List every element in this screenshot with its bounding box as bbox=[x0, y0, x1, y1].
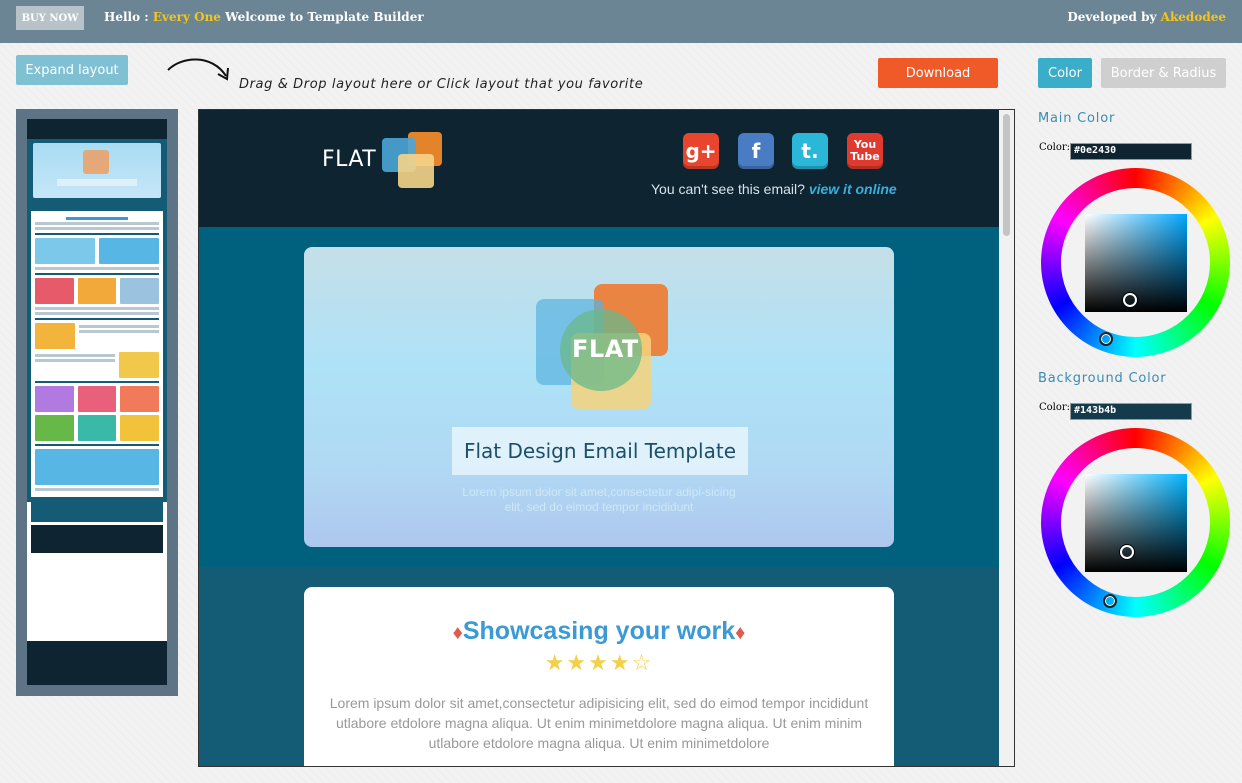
showcase-section: ♦Showcasing your work♦ ★★★★☆ Lorem ipsum… bbox=[199, 567, 999, 766]
view-online-link[interactable]: view it online bbox=[809, 181, 897, 197]
hello-suffix: Welcome to Template Builder bbox=[220, 10, 424, 24]
drop-hint-text: Drag & Drop layout here or Click layout … bbox=[239, 77, 644, 92]
showcase-title: ♦Showcasing your work♦ bbox=[304, 617, 894, 646]
diamond-left-icon: ♦ bbox=[452, 622, 463, 644]
thumb-footer bbox=[27, 641, 167, 685]
email-preview-canvas[interactable]: FLAT g+ f t. You Tube You can't see this… bbox=[198, 109, 1015, 767]
header-logo-text: FLAT bbox=[322, 147, 377, 172]
email-header: FLAT g+ f t. You Tube You can't see this… bbox=[199, 110, 999, 227]
main-color-title: Main Color bbox=[1038, 111, 1116, 126]
showcase-text: Lorem ipsum dolor sit amet,consectetur a… bbox=[329, 695, 869, 751]
thumb-header bbox=[27, 119, 167, 139]
buy-now-button[interactable]: BUY NOW bbox=[16, 6, 84, 30]
thumb-body bbox=[27, 209, 167, 502]
dev-prefix: Developed by bbox=[1067, 10, 1161, 24]
hello-prefix: Hello : bbox=[104, 10, 153, 24]
scrollbar-thumb[interactable] bbox=[1003, 114, 1010, 236]
diamond-right-icon: ♦ bbox=[735, 622, 746, 644]
preview-scrollbar[interactable] bbox=[999, 110, 1014, 766]
facebook-icon[interactable]: f bbox=[738, 133, 774, 169]
view-online-line: You can't see this email? view it online bbox=[651, 181, 897, 197]
background-color-label: Color: bbox=[1039, 402, 1071, 413]
showcase-card: ♦Showcasing your work♦ ★★★★☆ Lorem ipsum… bbox=[304, 587, 894, 766]
main-hue-handle[interactable] bbox=[1099, 332, 1113, 346]
hero-card: FLAT Flat Design Email Template Lorem ip… bbox=[304, 247, 894, 547]
download-button[interactable]: Download bbox=[878, 58, 998, 88]
curved-arrow-icon bbox=[167, 58, 229, 81]
thumb-hero bbox=[27, 139, 167, 209]
main-color-label: Color: bbox=[1039, 142, 1071, 153]
background-color-wheel[interactable] bbox=[1041, 428, 1230, 617]
email-hero-section: FLAT Flat Design Email Template Lorem ip… bbox=[199, 227, 999, 567]
expand-layout-button[interactable]: Expand layout bbox=[16, 55, 128, 85]
google-plus-icon[interactable]: g+ bbox=[683, 133, 719, 169]
thumbnail-preview bbox=[27, 119, 167, 685]
background-color-input[interactable]: #143b4b bbox=[1070, 403, 1192, 420]
hero-logo-text: FLAT bbox=[572, 335, 639, 363]
background-hue-handle[interactable] bbox=[1103, 594, 1117, 608]
background-color-square[interactable] bbox=[1085, 474, 1187, 572]
main-color-wheel[interactable] bbox=[1041, 168, 1230, 357]
tumblr-icon[interactable]: t. bbox=[792, 133, 828, 169]
hero-subtitle: Lorem ipsum dolor sit amet,consectetur a… bbox=[462, 485, 736, 514]
youtube-icon[interactable]: You Tube bbox=[847, 133, 883, 169]
showcase-title-text: Showcasing your work bbox=[462, 617, 736, 645]
main-color-square[interactable] bbox=[1085, 214, 1187, 312]
welcome-text: Hello : Every One Welcome to Template Bu… bbox=[104, 10, 424, 24]
thumb-dark-section-2 bbox=[31, 525, 163, 553]
hero-title: Flat Design Email Template bbox=[463, 439, 737, 463]
cant-see-text: You can't see this email? bbox=[651, 181, 809, 197]
star-rating: ★★★★☆ bbox=[544, 651, 654, 676]
tab-color[interactable]: Color bbox=[1038, 58, 1092, 88]
layout-thumbnail[interactable] bbox=[16, 109, 178, 696]
tab-border-radius[interactable]: Border & Radius bbox=[1101, 58, 1226, 88]
main-color-picker-handle[interactable] bbox=[1123, 293, 1137, 307]
thumb-dark-section bbox=[31, 502, 163, 522]
hello-name: Every One bbox=[152, 10, 221, 24]
top-bar: BUY NOW Hello : Every One Welcome to Tem… bbox=[0, 0, 1242, 43]
developer-link[interactable]: Akedodee bbox=[1161, 10, 1226, 24]
background-color-picker-handle[interactable] bbox=[1120, 545, 1134, 559]
developer-credit: Developed by Akedodee bbox=[1067, 10, 1226, 24]
background-color-title: Background Color bbox=[1038, 371, 1167, 386]
main-color-input[interactable]: #0e2430 bbox=[1070, 143, 1192, 160]
